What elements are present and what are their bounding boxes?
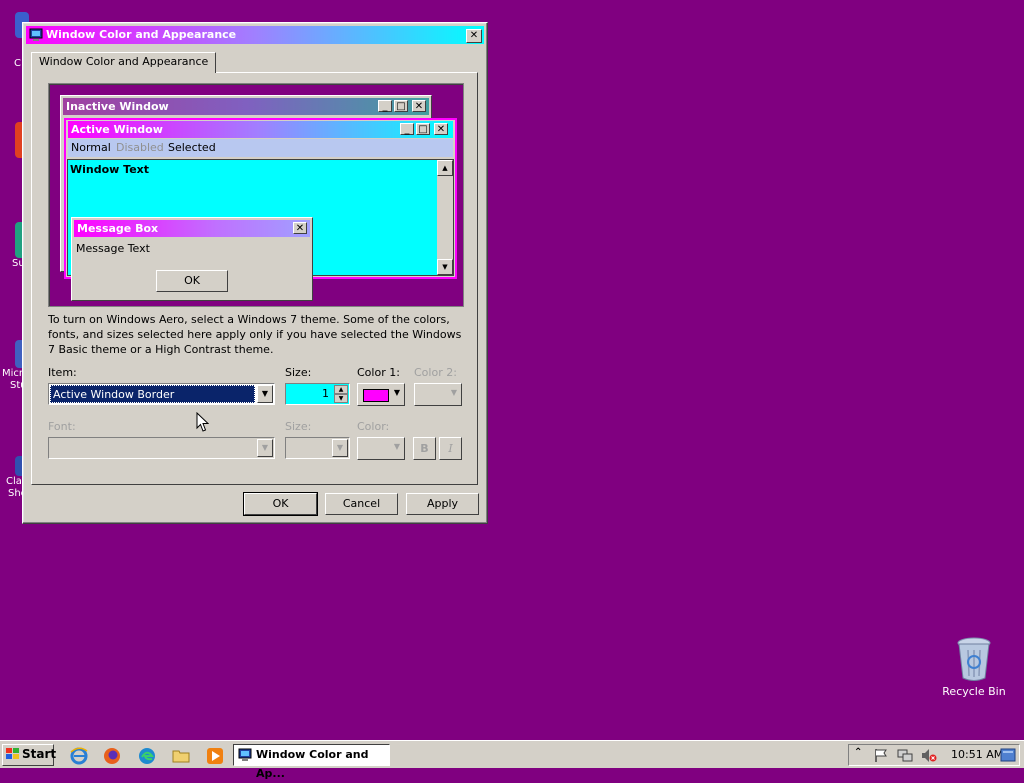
msgbox-title: Message Box [77, 222, 159, 235]
window-color-appearance-dialog: Window Color and Appearance ✕ Window Col… [22, 22, 488, 524]
dialog-titlebar[interactable]: Window Color and Appearance ✕ [26, 26, 484, 44]
preview-scrollbar: ▲ ▼ [437, 160, 453, 275]
windows-logo-icon [6, 748, 19, 759]
maximize-icon: □ [416, 123, 430, 135]
tab-window-color-appearance[interactable]: Window Color and Appearance [31, 52, 217, 73]
system-tray: ⌃ 10:51 AM [848, 744, 1020, 766]
size-value: 1 [322, 387, 329, 400]
chevron-down-icon: ▼ [393, 442, 400, 451]
close-icon: ✕ [434, 123, 448, 135]
bold-button: B [413, 437, 436, 460]
close-icon: ✕ [293, 222, 307, 234]
window-text: Window Text [70, 163, 150, 176]
mouse-cursor-icon [196, 412, 209, 432]
network-icon[interactable] [897, 748, 913, 763]
item-selected-value: Active Window Border [50, 385, 255, 403]
preview-menu-bar: Normal Disabled Selected [68, 139, 453, 157]
chevron-down-icon: ▼ [393, 388, 400, 397]
taskbar-item-label: Window Color and Ap... [256, 748, 369, 780]
color1-label: Color 1: [357, 366, 400, 379]
font-dropdown: ▼ [48, 437, 275, 459]
ok-button[interactable]: OK [243, 492, 318, 516]
color2-picker: ▼ [414, 383, 462, 406]
apply-button[interactable]: Apply [406, 493, 479, 515]
spin-down-icon[interactable]: ▼ [334, 394, 348, 403]
display-icon [29, 28, 43, 41]
recycle-bin-icon [957, 637, 991, 681]
scroll-down-icon: ▼ [437, 259, 453, 275]
chevron-down-icon: ▼ [257, 439, 273, 457]
size-spinner[interactable]: 1 ▲ ▼ [285, 383, 350, 405]
internet-explorer-icon[interactable] [70, 747, 88, 765]
dialog-title: Window Color and Appearance [46, 28, 237, 41]
menu-disabled: Disabled [116, 141, 164, 154]
aero-description: To turn on Windows Aero, select a Window… [48, 313, 462, 356]
item-dropdown[interactable]: Active Window Border ▼ [48, 383, 275, 405]
taskbar-item-window-color[interactable]: Window Color and Ap... [233, 744, 390, 780]
item-label: Item: [48, 366, 77, 379]
spin-up-icon[interactable]: ▲ [334, 385, 348, 394]
volume-muted-icon[interactable] [921, 748, 937, 763]
size-label: Size: [285, 366, 312, 379]
font-color-label: Color: [357, 420, 390, 433]
menu-normal: Normal [71, 141, 111, 154]
menu-selected: Selected [168, 141, 216, 154]
font-label: Font: [48, 420, 76, 433]
start-label: Start [22, 747, 57, 761]
minimize-icon: _ [400, 123, 414, 135]
msgbox-text: Message Text [76, 242, 150, 255]
start-button[interactable]: Start [2, 744, 57, 766]
cancel-button[interactable]: Cancel [325, 493, 398, 515]
color2-label: Color 2: [414, 366, 457, 379]
close-icon: ✕ [469, 30, 479, 41]
active-titlebar: Active Window [68, 121, 453, 138]
media-player-icon[interactable] [206, 747, 224, 765]
chevron-down-icon: ▼ [450, 388, 457, 397]
firefox-icon[interactable] [103, 747, 121, 765]
maximize-icon: □ [394, 100, 408, 112]
preview-message-box: Message Box ✕ Message Text OK [71, 217, 313, 301]
clock[interactable]: 10:51 AM [951, 748, 1003, 761]
close-button[interactable]: ✕ [466, 29, 482, 43]
font-size-label: Size: [285, 420, 312, 433]
chevron-down-icon[interactable]: ▼ [257, 385, 273, 403]
scroll-up-icon: ▲ [437, 160, 453, 176]
show-desktop-icon[interactable] [1000, 748, 1016, 762]
folder-icon[interactable] [172, 747, 190, 765]
inactive-title: Inactive Window [66, 100, 169, 113]
active-title: Active Window [71, 123, 163, 136]
color1-swatch [363, 389, 389, 402]
recycle-bin-label: Recycle Bin [942, 685, 1006, 698]
msgbox-ok-button: OK [156, 270, 228, 292]
font-color-picker: ▼ [357, 437, 405, 460]
action-center-flag-icon[interactable] [873, 748, 889, 763]
inactive-titlebar: Inactive Window [63, 98, 429, 115]
display-icon [238, 748, 252, 761]
chevron-down-icon: ▼ [332, 439, 348, 457]
taskbar: Start Window Color and Ap... ⌃ 10:51 AM [0, 740, 1024, 780]
msgbox-titlebar: Message Box [74, 220, 310, 237]
minimize-icon: _ [378, 100, 392, 112]
color1-picker[interactable]: ▼ [357, 383, 405, 406]
edge-icon[interactable] [138, 747, 156, 765]
appearance-preview: Inactive Window _ □ ✕ Active Window _ □ … [48, 83, 464, 307]
desktop-icon-recycle-bin[interactable]: Recycle Bin [939, 636, 1009, 698]
italic-button: I [439, 437, 462, 460]
font-size-dropdown: ▼ [285, 437, 350, 459]
chevron-up-icon[interactable]: ⌃ [854, 747, 862, 758]
close-icon: ✕ [412, 100, 426, 112]
